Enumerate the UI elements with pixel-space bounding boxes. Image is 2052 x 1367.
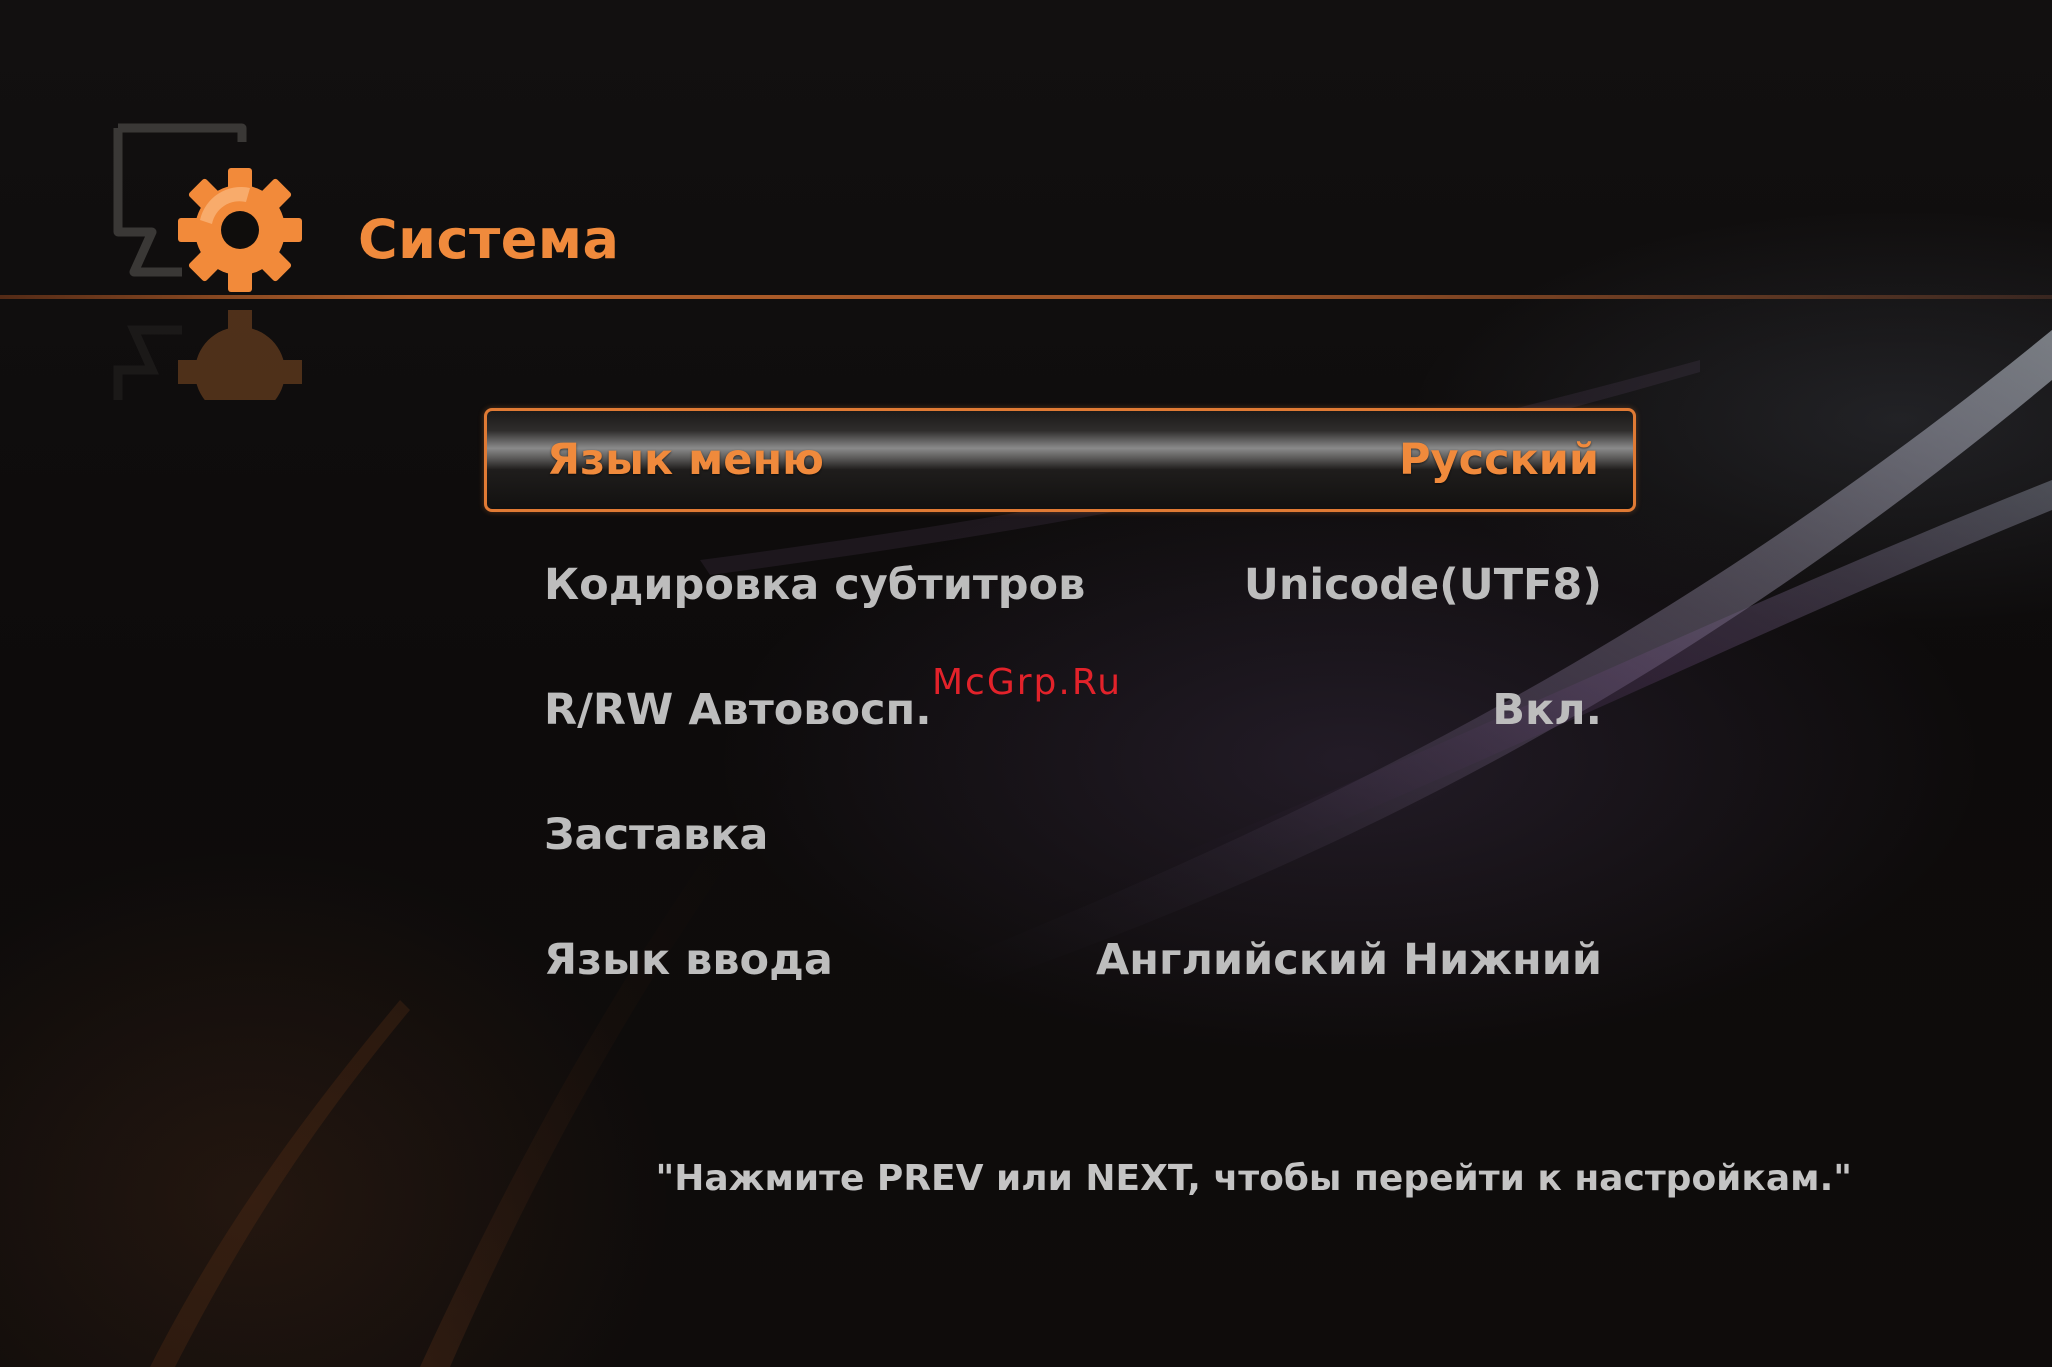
settings-menu: Язык меню Русский Кодировка субтитров Un…: [484, 408, 1636, 1033]
gear-icon-reflection: [112, 300, 302, 400]
menu-item-menu-language[interactable]: Язык меню Русский: [484, 408, 1636, 512]
menu-item-label: Язык ввода: [544, 935, 833, 985]
tv-settings-screen: Система Язык меню Русский Кодировка субт…: [0, 0, 2052, 1367]
header-divider: [0, 295, 2052, 299]
menu-item-value: Русский: [1399, 435, 1599, 485]
menu-item-subtitle-encoding[interactable]: Кодировка субтитров Unicode(UTF8): [484, 533, 1636, 637]
menu-item-input-language[interactable]: Язык ввода Английский Нижний: [484, 908, 1636, 1012]
system-gear-icon: [113, 123, 302, 292]
menu-item-value: Английский Нижний: [1096, 935, 1602, 985]
navigation-hint: "Нажмите PREV или NEXT, чтобы перейти к …: [655, 1158, 1852, 1199]
menu-item-label: Язык меню: [547, 435, 824, 485]
menu-item-value: Unicode(UTF8): [1243, 560, 1602, 610]
menu-item-value: Вкл.: [1492, 685, 1602, 735]
menu-item-label: Заставка: [544, 810, 769, 860]
menu-item-label: R/RW Автовосп.: [544, 685, 932, 735]
page-title: Система: [358, 208, 620, 271]
menu-item-screensaver[interactable]: Заставка: [484, 783, 1636, 887]
watermark-text: McGrp.Ru: [932, 662, 1123, 703]
menu-item-label: Кодировка субтитров: [544, 560, 1086, 610]
